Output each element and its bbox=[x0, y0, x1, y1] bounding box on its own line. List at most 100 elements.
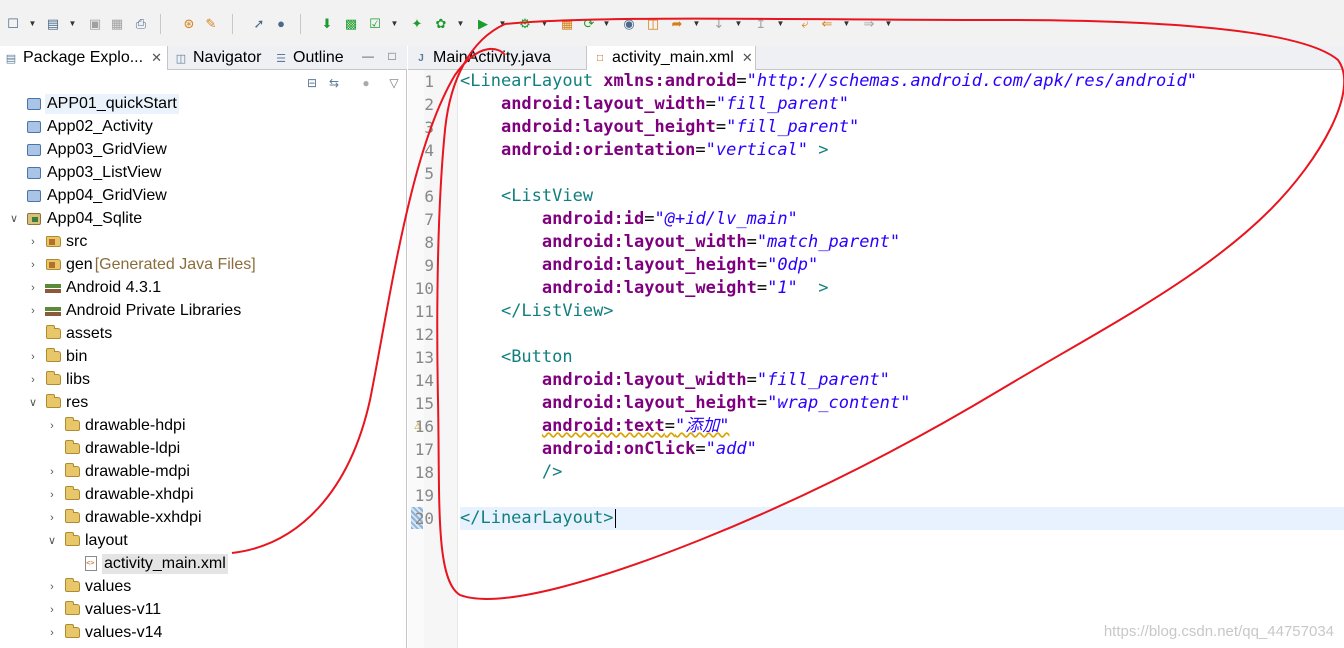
close-icon[interactable]: ✕ bbox=[742, 50, 753, 66]
coverage-dropdown-icon[interactable]: ▼ bbox=[602, 15, 611, 33]
pin-editor-icon[interactable]: ● bbox=[272, 15, 290, 33]
chevron-right-icon[interactable]: › bbox=[46, 604, 58, 616]
code-line[interactable]: </ListView> bbox=[460, 300, 1344, 323]
open-folder-icon[interactable]: ◫ bbox=[644, 15, 662, 33]
external-tools-icon[interactable]: ⚙ bbox=[516, 15, 534, 33]
save-all-icon[interactable]: ▦ bbox=[108, 15, 126, 33]
tree-item[interactable]: drawable-ldpi bbox=[46, 437, 182, 460]
filter-icon[interactable]: ● bbox=[358, 75, 374, 91]
tree-item[interactable]: › drawable-mdpi bbox=[46, 460, 192, 483]
debug-dropdown-icon[interactable]: ▼ bbox=[456, 15, 465, 33]
new-android-project-icon[interactable]: ✦ bbox=[408, 15, 426, 33]
lint-dropdown-icon[interactable]: ▼ bbox=[390, 15, 399, 33]
tab-navigator[interactable]: ◫ Navigator bbox=[170, 46, 268, 70]
chevron-right-icon[interactable]: › bbox=[46, 466, 58, 478]
print-icon[interactable]: ⎙ bbox=[132, 15, 150, 33]
next-annotation-icon[interactable]: ↧ bbox=[710, 15, 728, 33]
code-line[interactable]: android:layout_width="match_parent" bbox=[460, 231, 1344, 254]
tree-item[interactable]: assets bbox=[27, 322, 114, 345]
tree-item[interactable]: › values-v11 bbox=[46, 598, 163, 621]
sdk-manager-icon[interactable]: ⬇ bbox=[318, 15, 336, 33]
lint-icon[interactable]: ☑ bbox=[366, 15, 384, 33]
chevron-right-icon[interactable]: › bbox=[27, 351, 39, 363]
previous-annotation-dropdown-icon[interactable]: ▼ bbox=[776, 15, 785, 33]
new-dropdown-icon[interactable]: ▼ bbox=[28, 15, 37, 33]
code-line[interactable]: android:layout_height="0dp" bbox=[460, 254, 1344, 277]
chevron-right-icon[interactable]: › bbox=[27, 305, 39, 317]
save-icon[interactable]: ▣ bbox=[86, 15, 104, 33]
tree-item[interactable]: › Android 4.3.1 bbox=[27, 276, 163, 299]
minimize-icon[interactable]: — bbox=[360, 48, 376, 64]
chevron-right-icon[interactable]: › bbox=[27, 374, 39, 386]
tree-item[interactable]: ∨ App04_Sqlite bbox=[8, 207, 144, 230]
tree-item[interactable]: ∨ res bbox=[27, 391, 90, 414]
chevron-right-icon[interactable]: › bbox=[46, 489, 58, 501]
tree-item[interactable]: › values-v14 bbox=[46, 621, 164, 644]
tree-item[interactable]: › src bbox=[27, 230, 89, 253]
avd-manager-icon[interactable]: ▩ bbox=[342, 15, 360, 33]
coverage-icon[interactable]: ⟳ bbox=[580, 15, 598, 33]
tree-item[interactable]: App03_GridView bbox=[8, 138, 169, 161]
new-package-dropdown-icon[interactable]: ▼ bbox=[68, 15, 77, 33]
chevron-down-icon[interactable]: ∨ bbox=[27, 397, 39, 409]
tab-package-explorer[interactable]: ▤ Package Explo... ✕ bbox=[0, 46, 168, 70]
tree-item[interactable]: APP01_quickStart bbox=[8, 92, 179, 115]
back-dropdown-icon[interactable]: ▼ bbox=[692, 15, 701, 33]
tree-item[interactable]: App02_Activity bbox=[8, 115, 155, 138]
back-arrow-icon[interactable]: ⇐ bbox=[818, 15, 836, 33]
code-line[interactable] bbox=[460, 162, 1344, 185]
tree-item[interactable]: › drawable-xxhdpi bbox=[46, 506, 204, 529]
code-line[interactable]: android:orientation="vertical" > bbox=[460, 139, 1344, 162]
open-task-icon[interactable]: ✎ bbox=[202, 15, 220, 33]
code-line[interactable]: android:layout_weight="1" > bbox=[460, 277, 1344, 300]
code-line[interactable]: android:text="添加" bbox=[460, 415, 1344, 438]
link-with-editor-icon[interactable]: ⇆ bbox=[326, 75, 342, 91]
code-line[interactable]: android:id="@+id/lv_main" bbox=[460, 208, 1344, 231]
tab-activity-main-xml[interactable]: □ activity_main.xml ✕ bbox=[586, 46, 756, 70]
tree-item[interactable]: › bin bbox=[27, 345, 89, 368]
tree-item[interactable]: › values bbox=[46, 575, 133, 598]
code-line[interactable]: android:layout_width="fill_parent" bbox=[460, 369, 1344, 392]
last-edit-icon[interactable]: ⤶ bbox=[796, 15, 814, 33]
pin-icon[interactable]: ➚ bbox=[250, 15, 268, 33]
chevron-right-icon[interactable]: › bbox=[27, 236, 39, 248]
tab-mainactivity-java[interactable]: J MainActivity.java bbox=[408, 46, 586, 70]
chevron-right-icon[interactable]: › bbox=[27, 282, 39, 294]
code-line[interactable]: <Button bbox=[460, 346, 1344, 369]
chevron-right-icon[interactable]: › bbox=[46, 627, 58, 639]
collapse-all-icon[interactable]: ⊟ bbox=[304, 75, 320, 91]
code-editor[interactable]: <LinearLayout xmlns:android="http://sche… bbox=[460, 70, 1344, 648]
run-dropdown-icon[interactable]: ▼ bbox=[498, 15, 507, 33]
tree-item[interactable]: › Android Private Libraries bbox=[27, 299, 243, 322]
chevron-right-icon[interactable]: › bbox=[46, 581, 58, 593]
chevron-down-icon[interactable]: ∨ bbox=[8, 213, 20, 225]
code-line[interactable] bbox=[460, 323, 1344, 346]
tree-item[interactable]: › drawable-hdpi bbox=[46, 414, 188, 437]
previous-annotation-icon[interactable]: ↥ bbox=[752, 15, 770, 33]
forward-dropdown-icon[interactable]: ▼ bbox=[884, 15, 893, 33]
tree-item[interactable]: › drawable-xhdpi bbox=[46, 483, 196, 506]
code-line[interactable] bbox=[460, 484, 1344, 507]
run-icon[interactable]: ▶ bbox=[474, 15, 492, 33]
chevron-right-icon[interactable]: › bbox=[46, 420, 58, 432]
tree-item[interactable]: › gen [Generated Java Files] bbox=[27, 253, 256, 276]
new-package-icon[interactable]: ▤ bbox=[44, 15, 62, 33]
chevron-right-icon[interactable]: › bbox=[27, 259, 39, 271]
external-tools-dropdown-icon[interactable]: ▼ bbox=[540, 15, 549, 33]
debug-icon[interactable]: ✿ bbox=[432, 15, 450, 33]
search-icon[interactable]: ◉ bbox=[620, 15, 638, 33]
chevron-down-icon[interactable]: ∨ bbox=[46, 535, 58, 547]
code-line[interactable]: android:layout_height="fill_parent" bbox=[460, 116, 1344, 139]
code-line[interactable]: android:layout_width="fill_parent" bbox=[460, 93, 1344, 116]
new-icon[interactable]: ☐ bbox=[4, 15, 22, 33]
view-menu-icon[interactable]: ▽ bbox=[386, 75, 402, 91]
tree-item[interactable]: › libs bbox=[27, 368, 92, 391]
code-line[interactable]: android:layout_height="wrap_content" bbox=[460, 392, 1344, 415]
tree-item[interactable]: ∨ layout bbox=[46, 529, 130, 552]
tab-outline[interactable]: ☰ Outline bbox=[270, 46, 350, 70]
open-type-icon[interactable]: ⊛ bbox=[180, 15, 198, 33]
code-line[interactable]: <LinearLayout xmlns:android="http://sche… bbox=[460, 70, 1344, 93]
tree-item[interactable]: App04_GridView bbox=[8, 184, 169, 207]
maximize-icon[interactable]: □ bbox=[384, 48, 400, 64]
code-line[interactable]: </LinearLayout> bbox=[460, 507, 1344, 530]
